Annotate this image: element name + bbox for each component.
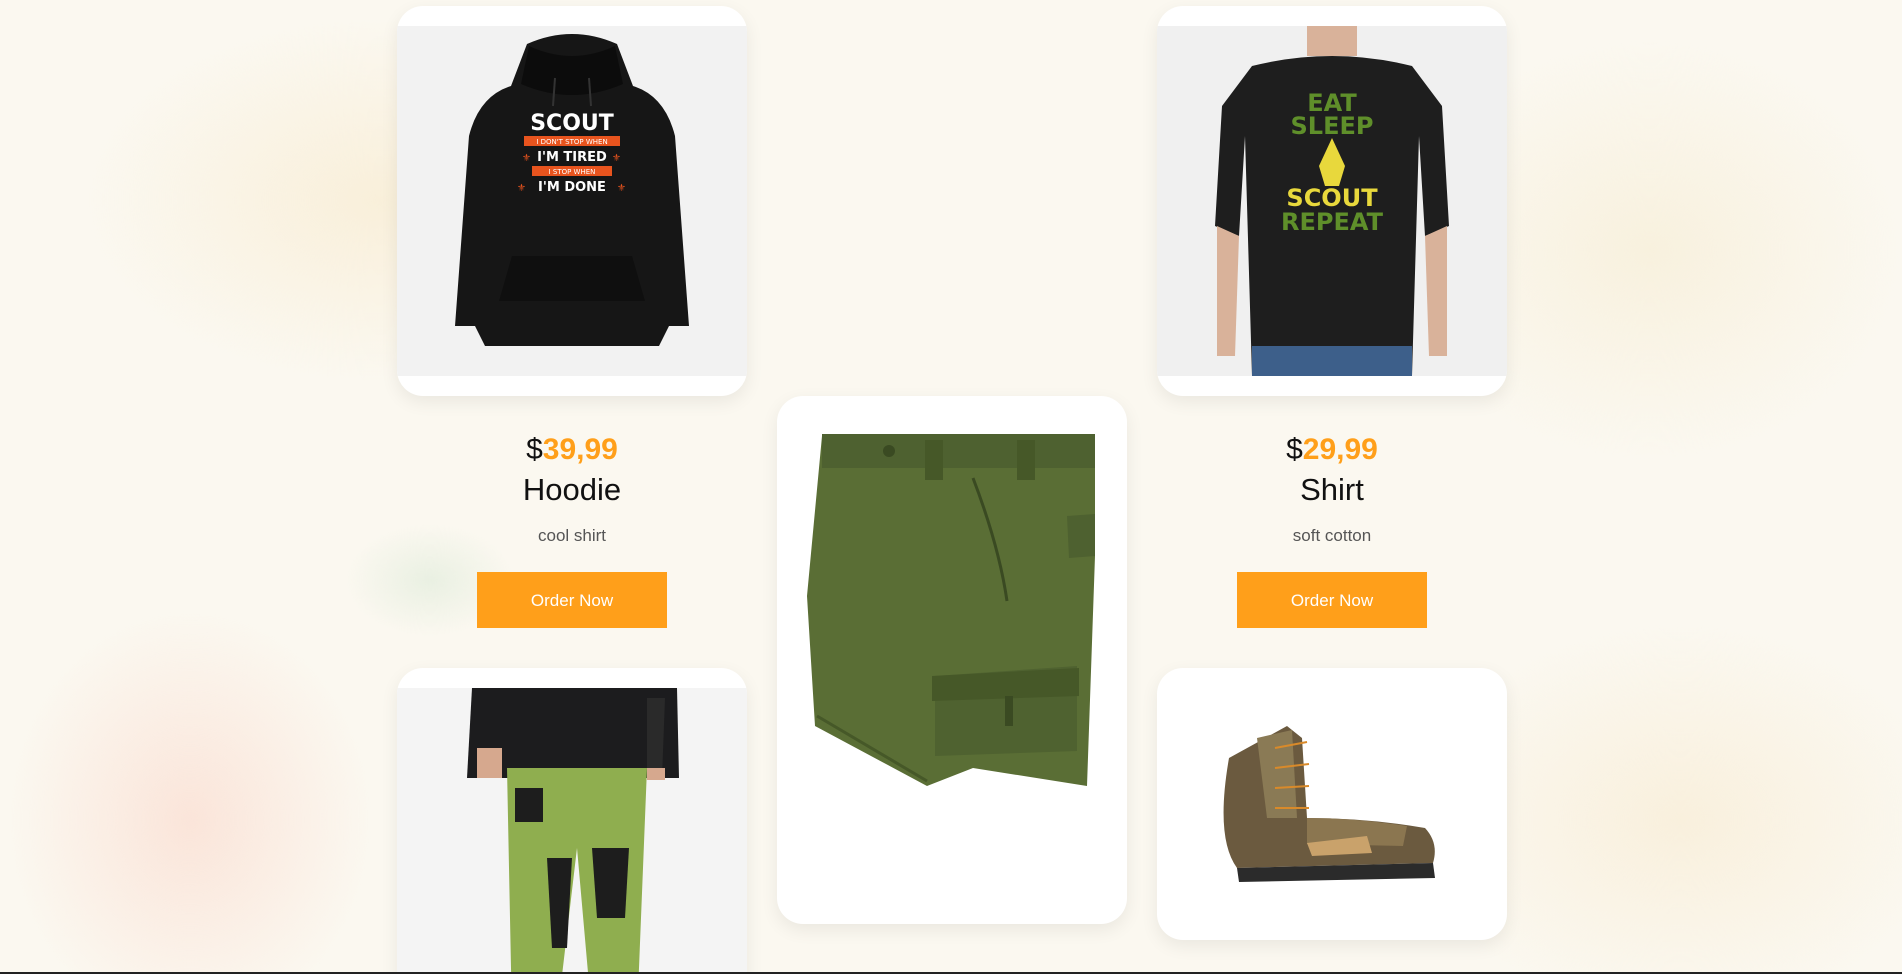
product-card-shorts[interactable] (777, 396, 1127, 924)
hoodie-price: $39,99 (526, 433, 618, 466)
product-card-pants[interactable] (397, 668, 747, 974)
svg-text:REPEAT: REPEAT (1281, 208, 1384, 236)
pants-image (397, 688, 747, 974)
product-card-shirt[interactable]: EAT SLEEP SCOUT REPEAT (1157, 6, 1507, 396)
shirt-price: $29,99 (1286, 433, 1378, 466)
svg-text:SCOUT: SCOUT (530, 111, 614, 136)
svg-text:⚜: ⚜ (617, 183, 626, 194)
order-now-button-shirt[interactable]: Order Now (1237, 572, 1427, 628)
shirt-image: EAT SLEEP SCOUT REPEAT (1157, 26, 1507, 376)
order-now-button-hoodie[interactable]: Order Now (477, 572, 667, 628)
svg-text:⚜: ⚜ (517, 183, 526, 194)
product-info-shirt: $29,99 Shirt soft cotton Order Now (1207, 432, 1457, 628)
boot-image (1157, 668, 1507, 940)
svg-text:SLEEP: SLEEP (1291, 112, 1374, 140)
svg-text:I'M TIRED: I'M TIRED (537, 150, 607, 165)
product-card-hoodie[interactable]: SCOUT I DON'T STOP WHEN I'M TIRED I STOP… (397, 6, 747, 396)
svg-text:⚜: ⚜ (522, 153, 531, 164)
hoodie-description: cool shirt (537, 526, 607, 545)
product-info-hoodie: $39,99 Hoodie cool shirt Order Now (447, 432, 697, 628)
svg-text:I DON'T STOP WHEN: I DON'T STOP WHEN (536, 138, 607, 146)
svg-text:I'M DONE: I'M DONE (538, 180, 606, 195)
hoodie-name: Hoodie (522, 472, 622, 507)
shorts-image (777, 396, 1127, 924)
shirt-name: Shirt (1300, 472, 1364, 507)
hoodie-image: SCOUT I DON'T STOP WHEN I'M TIRED I STOP… (397, 26, 747, 376)
product-card-boot[interactable] (1157, 668, 1507, 940)
svg-text:I STOP WHEN: I STOP WHEN (549, 168, 596, 176)
shirt-description: soft cotton (1292, 526, 1372, 545)
svg-text:⚜: ⚜ (612, 153, 621, 164)
